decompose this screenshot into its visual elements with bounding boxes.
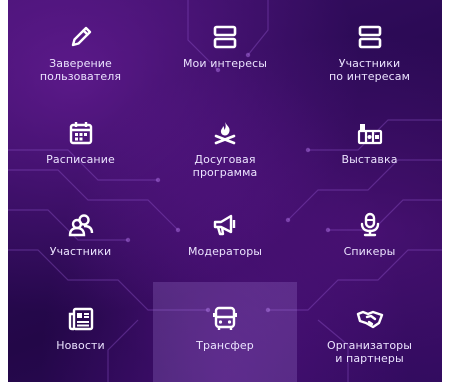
menu-item-exhibition[interactable]: Выставка xyxy=(297,96,442,188)
menu-item-my-interests[interactable]: Мои интересы xyxy=(153,0,297,96)
menu-grid: Заверение пользователя Мои интересы Учас… xyxy=(8,0,442,382)
microphone-icon xyxy=(355,210,385,240)
menu-item-news[interactable]: Новости xyxy=(8,282,153,382)
megaphone-icon xyxy=(210,210,240,240)
app-screen: Заверение пользователя Мои интересы Учас… xyxy=(8,0,442,382)
campfire-icon xyxy=(210,118,240,148)
calendar-icon xyxy=(66,118,96,148)
menu-item-speakers[interactable]: Спикеры xyxy=(297,188,442,282)
menu-item-participants[interactable]: Участники xyxy=(8,188,153,282)
menu-item-transfer[interactable]: Трансфер xyxy=(153,282,297,382)
menu-item-label: Заверение пользователя xyxy=(39,57,122,83)
menu-item-label: Новости xyxy=(56,339,105,352)
pencil-icon xyxy=(66,22,96,52)
menu-item-user-verification[interactable]: Заверение пользователя xyxy=(8,0,153,96)
menu-item-label: Выставка xyxy=(341,153,398,166)
menu-item-label: Модераторы xyxy=(187,245,263,258)
menu-item-label: Участники xyxy=(49,245,112,258)
bus-icon xyxy=(210,304,240,334)
server-icon xyxy=(355,22,385,52)
menu-item-schedule[interactable]: Расписание xyxy=(8,96,153,188)
menu-item-label: Участники по интересам xyxy=(329,57,410,83)
menu-item-label: Спикеры xyxy=(343,245,396,258)
server-icon xyxy=(210,22,240,52)
menu-item-label: Организаторы и партнеры xyxy=(326,339,413,365)
menu-item-label: Трансфер xyxy=(196,339,254,352)
menu-item-leisure-program[interactable]: Досуговая программа xyxy=(153,96,297,188)
users-icon xyxy=(66,210,96,240)
newspaper-icon xyxy=(66,304,96,334)
exhibition-icon xyxy=(355,118,385,148)
menu-item-participants-by-interests[interactable]: Участники по интересам xyxy=(297,0,442,96)
menu-item-organizers-partners[interactable]: Организаторы и партнеры xyxy=(297,282,442,382)
menu-item-moderators[interactable]: Модераторы xyxy=(153,188,297,282)
menu-item-label: Досуговая программа xyxy=(192,153,258,179)
handshake-icon xyxy=(355,304,385,334)
menu-item-label: Расписание xyxy=(46,153,115,166)
menu-item-label: Мои интересы xyxy=(182,57,268,70)
